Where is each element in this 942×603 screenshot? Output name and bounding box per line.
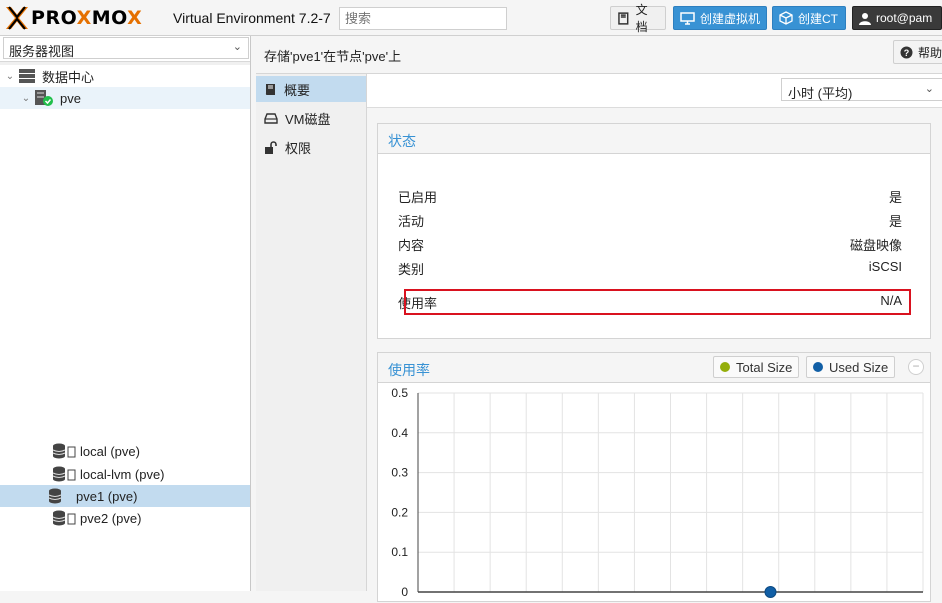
resource-tree-panel: 服务器视图 ⌄ ⌄ 数据中心 ⌄ pve local (pve) local-l… bbox=[0, 36, 251, 591]
user-menu-button[interactable]: root@pam bbox=[852, 6, 942, 30]
status-key: 已启用 bbox=[398, 190, 438, 205]
content-header: 存储'pve1'在节点'pve'上 bbox=[256, 36, 942, 74]
status-key: 内容 bbox=[398, 238, 425, 253]
tree-collapse-icon: ⌄ bbox=[21, 92, 31, 104]
server-rack-icon bbox=[19, 69, 35, 83]
storage-icon bbox=[48, 488, 62, 504]
page-title: 存储'pve1'在节点'pve'上 bbox=[264, 49, 402, 64]
proxmox-x-icon bbox=[6, 6, 28, 30]
usage-chart: 0.5 0.4 0.3 0.2 0.1 0 bbox=[391, 386, 924, 599]
user-label: root@pam bbox=[876, 11, 933, 25]
create-vm-button[interactable]: 创建虚拟机 bbox=[673, 6, 767, 30]
status-key: 活动 bbox=[398, 214, 425, 229]
tab-permissions[interactable]: 权限 bbox=[256, 134, 366, 160]
create-vm-label: 创建虚拟机 bbox=[700, 11, 761, 26]
tree-item-storage[interactable]: pve2 (pve) bbox=[0, 507, 250, 529]
proxmox-logo[interactable]: PROXMOX bbox=[4, 5, 142, 31]
tab-summary[interactable]: 概要 bbox=[256, 76, 366, 102]
product-version: Virtual Environment 7.2-7 bbox=[173, 10, 331, 26]
time-range-value: 小时 (平均) bbox=[788, 86, 853, 101]
tab-label: VM磁盘 bbox=[285, 111, 331, 127]
storage-icon bbox=[52, 466, 76, 482]
y-tick-label: 0 bbox=[401, 585, 408, 599]
y-tick-label: 0.1 bbox=[391, 545, 408, 559]
svg-text:?: ? bbox=[904, 48, 910, 58]
legend-label: Total Size bbox=[736, 359, 793, 375]
brand-name: PROXMOX bbox=[31, 7, 143, 29]
legend-label: Used Size bbox=[829, 359, 889, 375]
storage-icon bbox=[52, 510, 76, 526]
status-row-content: 内容 磁盘映像 bbox=[398, 233, 902, 253]
legend-item-total-size[interactable]: Total Size bbox=[713, 356, 800, 378]
book-icon bbox=[265, 83, 275, 95]
tree-item-storage[interactable]: local (pve) bbox=[0, 440, 250, 462]
status-value: iSCSI bbox=[868, 259, 902, 274]
create-ct-label: 创建CT bbox=[798, 11, 838, 26]
y-tick-label: 0.2 bbox=[391, 505, 408, 519]
status-row-active: 活动 是 bbox=[398, 209, 902, 229]
unlock-icon bbox=[265, 140, 277, 154]
collapse-icon[interactable]: − bbox=[908, 359, 924, 375]
create-ct-button[interactable]: 创建CT bbox=[772, 6, 846, 30]
monitor-icon bbox=[680, 11, 695, 25]
tree-item-label: pve1 (pve) bbox=[76, 488, 138, 504]
status-row-type: 类别 iSCSI bbox=[398, 257, 902, 277]
status-value: 是 bbox=[888, 214, 902, 229]
tree-item-storage-selected[interactable]: pve1 (pve) bbox=[0, 485, 250, 507]
tree-item-label: local-lvm (pve) bbox=[80, 466, 165, 482]
docs-button[interactable]: 文档 bbox=[610, 3, 666, 34]
chevron-down-icon: ⌄ bbox=[232, 41, 242, 53]
status-value: 是 bbox=[888, 190, 902, 205]
content-toolbar: 小时 (平均) ⌄ bbox=[367, 74, 942, 108]
y-tick-label: 0.5 bbox=[391, 386, 408, 400]
top-bar: PROXMOX Virtual Environment 7.2-7 文档 创建虚… bbox=[0, 0, 942, 36]
search-input[interactable] bbox=[339, 7, 507, 30]
tree-item-label: 数据中心 bbox=[42, 69, 95, 85]
legend-dot bbox=[813, 362, 823, 372]
help-label: 帮助 bbox=[918, 45, 942, 60]
tree-item-datacenter[interactable]: ⌄ 数据中心 bbox=[0, 65, 250, 87]
tree-collapse-icon: ⌄ bbox=[5, 70, 15, 82]
y-tick-label: 0.4 bbox=[391, 426, 408, 440]
status-row-enabled: 已启用 是 bbox=[398, 185, 902, 205]
storage-icon bbox=[52, 443, 76, 459]
status-key: 类别 bbox=[398, 262, 425, 277]
usage-chart-panel: 使用率 Total Size Used Size − 0.5 0.4 0.3 0.2 0… bbox=[377, 352, 931, 602]
book-icon bbox=[618, 11, 629, 25]
tree-item-label: local (pve) bbox=[80, 443, 140, 459]
server-online-icon bbox=[35, 90, 53, 106]
highlight-box bbox=[404, 289, 911, 315]
docs-label: 文档 bbox=[635, 3, 648, 34]
user-icon bbox=[859, 12, 871, 25]
used-size-point bbox=[764, 586, 777, 598]
chevron-down-icon: ⌄ bbox=[924, 83, 934, 95]
tab-label: 概要 bbox=[284, 82, 311, 98]
status-value: 磁盘映像 bbox=[849, 238, 902, 253]
view-selector[interactable]: 服务器视图 ⌄ bbox=[3, 37, 249, 59]
help-button[interactable]: ? 帮助 bbox=[893, 40, 942, 64]
hdd-icon bbox=[264, 113, 278, 124]
time-range-select[interactable]: 小时 (平均) ⌄ bbox=[781, 78, 942, 101]
view-selector-value: 服务器视图 bbox=[9, 44, 75, 59]
status-panel-title: 状态 bbox=[378, 124, 930, 154]
legend-dot bbox=[720, 362, 730, 372]
tree-item-label: pve bbox=[60, 90, 81, 106]
tree-item-node-pve[interactable]: ⌄ pve bbox=[0, 87, 250, 109]
question-circle-icon: ? bbox=[900, 46, 913, 58]
tab-list: 概要 VM磁盘 权限 bbox=[256, 74, 367, 591]
y-tick-label: 0.3 bbox=[391, 466, 408, 480]
tree-item-storage[interactable]: local-lvm (pve) bbox=[0, 463, 250, 485]
tab-label: 权限 bbox=[285, 140, 312, 156]
content-area: 小时 (平均) ⌄ 状态 已启用 是 活动 是 内容 磁盘映像 类别 iSCSI… bbox=[367, 74, 942, 602]
legend-item-used-size[interactable]: Used Size bbox=[806, 356, 896, 378]
tab-vm-disks[interactable]: VM磁盘 bbox=[256, 105, 366, 131]
tree-item-label: pve2 (pve) bbox=[80, 510, 142, 526]
cube-icon bbox=[779, 11, 793, 25]
